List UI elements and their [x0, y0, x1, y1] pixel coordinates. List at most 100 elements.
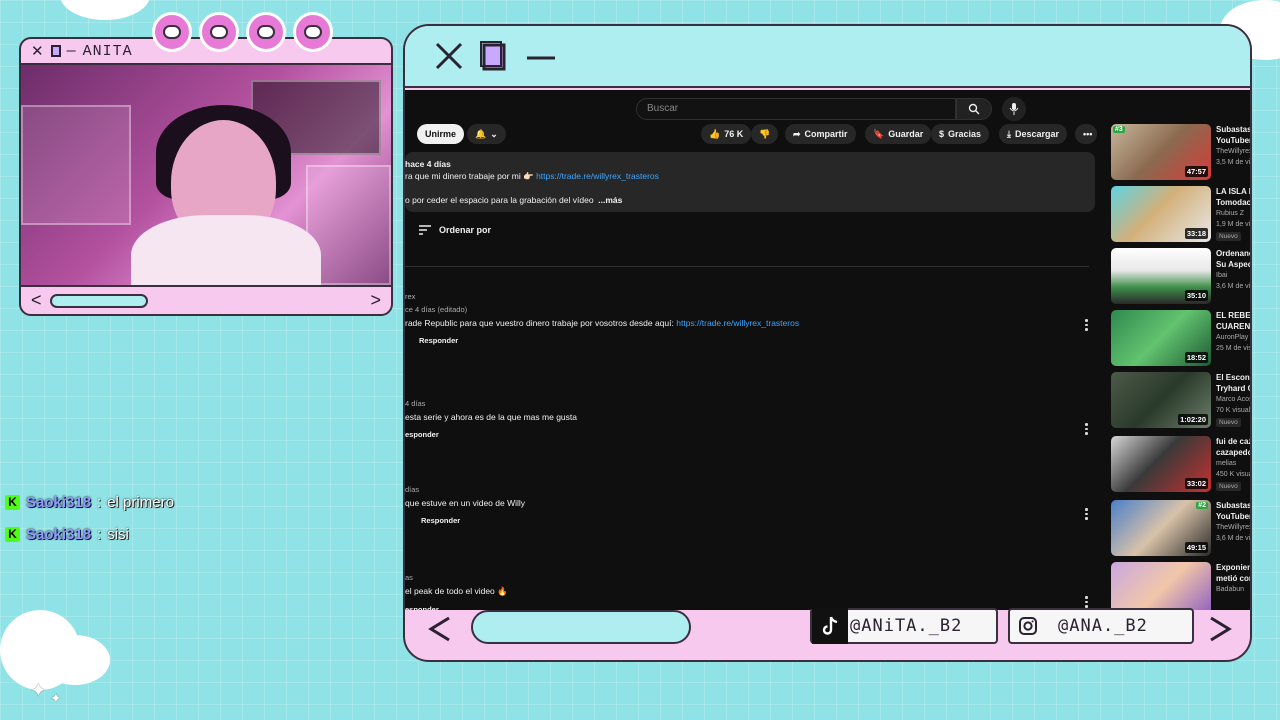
- video-title[interactable]: Tomodachi: [1216, 197, 1250, 208]
- tiktok-icon: [812, 608, 848, 644]
- video-thumbnail[interactable]: #2 49:15: [1111, 500, 1211, 556]
- channel-name[interactable]: TheWillyrex: [1216, 146, 1250, 157]
- webcam-feed: [21, 63, 391, 287]
- comment-text: rade Republic para que vuestro dinero tr…: [405, 318, 674, 328]
- video-duration: 1:02:20: [1178, 414, 1208, 425]
- video-thumbnail[interactable]: #3 47:57: [1111, 124, 1211, 180]
- video-duration: 33:18: [1184, 228, 1208, 239]
- channel-name[interactable]: TheWillyrex: [1216, 522, 1250, 533]
- video-title[interactable]: YouTubers: [1216, 135, 1250, 146]
- video-title[interactable]: fui de caza: [1216, 436, 1250, 447]
- view-count: 70 K visuali: [1216, 407, 1252, 414]
- instagram-icon: [1010, 608, 1046, 644]
- chat-overlay: K Saoki318 : el primero K Saoki318 : sis…: [5, 486, 174, 550]
- view-count: 3,6 M de visu: [1216, 535, 1251, 542]
- channel-name[interactable]: Badabun: [1216, 584, 1250, 595]
- reply-button[interactable]: esponder: [405, 430, 577, 439]
- dislike-button[interactable]: 👎: [751, 124, 779, 144]
- video-title[interactable]: Ordenando: [1216, 248, 1250, 259]
- sparkle-icon: ✦: [50, 690, 62, 706]
- recommended-video[interactable]: 33:02 fui de caza cazapedos melias 450 K…: [1111, 436, 1250, 496]
- save-button[interactable]: 🔖 Guardar: [865, 124, 932, 144]
- webcam-window: ✕ — ANITA < >: [19, 37, 393, 316]
- comment-menu-icon[interactable]: [1085, 508, 1089, 520]
- recommended-video[interactable]: Exponiend metió con s Badabun: [1111, 562, 1250, 610]
- webcam-title: ANITA: [82, 42, 133, 60]
- like-button[interactable]: 👍 76 K: [701, 124, 752, 144]
- mic-button[interactable]: [1002, 97, 1026, 121]
- recommended-video[interactable]: 18:52 EL REBELD CUARENTE AuronPlay 25 M …: [1111, 310, 1250, 370]
- minimize-icon[interactable]: [525, 40, 557, 72]
- notifications-button[interactable]: 🔔 ⌄: [467, 124, 506, 144]
- video-thumbnail[interactable]: 35:10: [1111, 248, 1211, 304]
- kick-badge-icon: K: [5, 526, 20, 542]
- description-link[interactable]: https://trade.re/willyrex_trasteros: [536, 171, 659, 181]
- bell-icon: 🔔: [475, 128, 487, 139]
- video-title[interactable]: El Escondit: [1216, 372, 1250, 383]
- comment-menu-icon[interactable]: [1085, 319, 1089, 331]
- search-input[interactable]: Buscar: [636, 98, 956, 120]
- recommended-video[interactable]: #3 47:57 Subastas d YouTubers TheWillyre…: [1111, 124, 1250, 184]
- minimize-icon: —: [66, 42, 77, 60]
- video-thumbnail[interactable]: 1:02:20: [1111, 372, 1211, 428]
- comment-meta: 4 días: [405, 399, 426, 408]
- channel-name[interactable]: melias: [1216, 458, 1250, 469]
- window-icon: [50, 45, 61, 57]
- video-title[interactable]: Su Aspecto: [1216, 259, 1250, 270]
- recommended-video[interactable]: 35:10 Ordenando Su Aspecto Ibai 3,6 M de…: [1111, 248, 1250, 308]
- arrow-right-icon[interactable]: [1205, 614, 1235, 649]
- more-icon: •••: [1083, 129, 1093, 139]
- video-title[interactable]: YouTubers: [1216, 511, 1250, 522]
- video-thumbnail[interactable]: 18:52: [1111, 310, 1211, 366]
- video-thumbnail[interactable]: [1111, 562, 1211, 610]
- more-options-button[interactable]: •••: [1075, 124, 1097, 144]
- reply-button[interactable]: Responder: [405, 516, 525, 525]
- search-button[interactable]: [956, 98, 992, 120]
- comment-menu-icon[interactable]: [1085, 423, 1089, 435]
- arrow-left-icon[interactable]: [425, 614, 455, 649]
- video-title[interactable]: LA ISLA DE: [1216, 186, 1250, 197]
- close-icon[interactable]: [433, 40, 465, 72]
- thanks-icon: $: [939, 129, 945, 139]
- view-count: 1,9 M de visu: [1216, 221, 1251, 228]
- video-title[interactable]: cazapedos: [1216, 447, 1250, 458]
- video-title[interactable]: Subastas d: [1216, 124, 1250, 135]
- reply-button[interactable]: Responder: [405, 336, 799, 345]
- comment-link[interactable]: https://trade.re/willyrex_trasteros: [676, 318, 799, 328]
- video-thumbnail[interactable]: 33:18: [1111, 186, 1211, 242]
- flower-icon: [199, 12, 239, 52]
- video-thumbnail[interactable]: 33:02: [1111, 436, 1211, 492]
- thanks-button[interactable]: $ Gracias: [931, 124, 990, 144]
- new-badge: Nuevo: [1216, 482, 1241, 491]
- video-title[interactable]: Exponiend: [1216, 562, 1250, 573]
- video-title[interactable]: CUARENTE: [1216, 321, 1250, 332]
- video-title[interactable]: Subastas d: [1216, 500, 1250, 511]
- video-title[interactable]: Tryhard Qu: [1216, 383, 1250, 394]
- video-description[interactable]: hace 4 días ra que mi dinero trabaje por…: [405, 152, 1095, 212]
- maximize-icon[interactable]: [479, 40, 511, 72]
- chat-separator: :: [97, 493, 102, 511]
- comment: 4 días esta serie y ahora es de la que m…: [405, 399, 577, 439]
- join-button[interactable]: Unirme: [417, 124, 465, 144]
- sparkle-icon: ✦: [30, 680, 47, 702]
- channel-name[interactable]: AuronPlay: [1216, 332, 1250, 343]
- channel-name[interactable]: Marco Acost: [1216, 394, 1250, 405]
- sort-by-button[interactable]: Ordenar por: [419, 225, 491, 235]
- video-title[interactable]: EL REBELD: [1216, 310, 1250, 321]
- recommended-video[interactable]: 33:18 LA ISLA DE Tomodachi Rubius Z 1,9 …: [1111, 186, 1251, 246]
- flower-icon: [293, 12, 333, 52]
- webcam-progress-bar: [49, 293, 148, 308]
- recommended-video[interactable]: 1:02:20 El Escondit Tryhard Qu Marco Aco…: [1111, 372, 1252, 432]
- flower-icon: [152, 12, 192, 52]
- channel-name[interactable]: Rubius Z: [1216, 208, 1250, 219]
- youtube-page: Buscar Unirme 🔔 ⌄ 👍 76 K 👎 ➦ Compartir 🔖 Gua…: [405, 90, 1252, 610]
- channel-name[interactable]: Ibai: [1216, 270, 1250, 281]
- download-button[interactable]: ⤓ Descargar: [999, 124, 1068, 144]
- chevron-down-icon: ⌄: [490, 128, 498, 139]
- show-more-button[interactable]: ...más: [598, 195, 622, 205]
- share-button[interactable]: ➦ Compartir: [785, 124, 856, 144]
- flower-icon: [246, 12, 286, 52]
- video-title[interactable]: metió con s: [1216, 573, 1250, 584]
- recommended-video[interactable]: #2 49:15 Subastas d YouTubers TheWillyre…: [1111, 500, 1251, 560]
- comment-text: que estuve en un video de Willy: [405, 498, 526, 508]
